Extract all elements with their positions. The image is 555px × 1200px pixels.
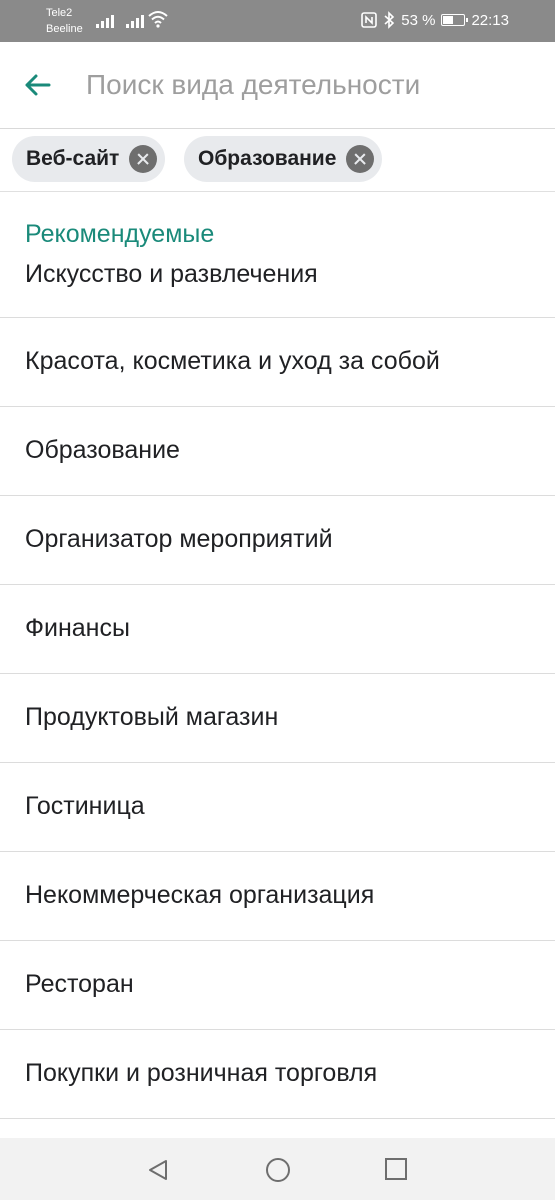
- search-input[interactable]: [86, 64, 526, 106]
- recents-square-icon[interactable]: [384, 1158, 408, 1182]
- list-item-label: Покупки и розничная торговля: [25, 1059, 378, 1087]
- list-item-label: Искусство и развлечения: [25, 260, 318, 288]
- list-item[interactable]: Организатор мероприятий: [0, 496, 555, 585]
- carrier-2: Beeline: [46, 23, 83, 35]
- clock: 22:13: [471, 11, 509, 29]
- list-item[interactable]: Искусство и развлечения: [0, 192, 555, 318]
- list-item-label: Продуктовый магазин: [25, 703, 279, 731]
- battery-icon: [441, 14, 469, 26]
- close-icon[interactable]: [346, 145, 375, 173]
- status-right: 53 % 22:13: [361, 11, 509, 29]
- list-item[interactable]: Некоммерческая организация: [0, 852, 555, 941]
- list-item[interactable]: Гостиница: [0, 763, 555, 852]
- battery-percent: 53 %: [401, 11, 436, 29]
- chip-website[interactable]: Веб-сайт: [12, 136, 166, 182]
- home-circle-icon[interactable]: [265, 1158, 291, 1184]
- arrow-back-icon[interactable]: [22, 70, 52, 100]
- list-item-label: Финансы: [25, 614, 130, 642]
- list-item[interactable]: Продуктовый магазин: [0, 674, 555, 763]
- back-triangle-icon[interactable]: [146, 1158, 170, 1182]
- list-item-label: Ресторан: [25, 970, 134, 998]
- list-item-label: Образование: [25, 436, 180, 464]
- signal-icon: [96, 12, 114, 28]
- list-item[interactable]: Финансы: [0, 585, 555, 674]
- list-item-label: Некоммерческая организация: [25, 881, 375, 909]
- chip-label: Образование: [198, 147, 337, 170]
- list-item[interactable]: Красота, косметика и уход за собой: [0, 318, 555, 407]
- list-item-label: Красота, косметика и уход за собой: [25, 347, 440, 375]
- carrier-1: Tele2: [46, 7, 73, 19]
- list-item-label: Организатор мероприятий: [25, 525, 333, 553]
- list-item-label: Гостиница: [25, 792, 145, 820]
- selected-chips: Веб-сайт Образование: [0, 129, 555, 192]
- wifi-icon: [148, 11, 168, 28]
- system-nav-bar: [0, 1138, 555, 1200]
- signal-icon: [126, 12, 144, 28]
- list-item[interactable]: Покупки и розничная торговля: [0, 1030, 555, 1119]
- carrier-names: Tele2 Beeline: [46, 5, 83, 37]
- list-item[interactable]: Образование: [0, 407, 555, 496]
- nfc-icon: [361, 12, 378, 28]
- list-item[interactable]: Ресторан: [0, 941, 555, 1030]
- bluetooth-icon: [384, 11, 395, 29]
- status-bar: Tele2 Beeline 53 % 22:13: [0, 0, 555, 42]
- chip-education[interactable]: Образование: [184, 136, 383, 182]
- close-icon[interactable]: [129, 145, 158, 173]
- chip-label: Веб-сайт: [26, 147, 120, 170]
- search-app-bar: [0, 42, 555, 129]
